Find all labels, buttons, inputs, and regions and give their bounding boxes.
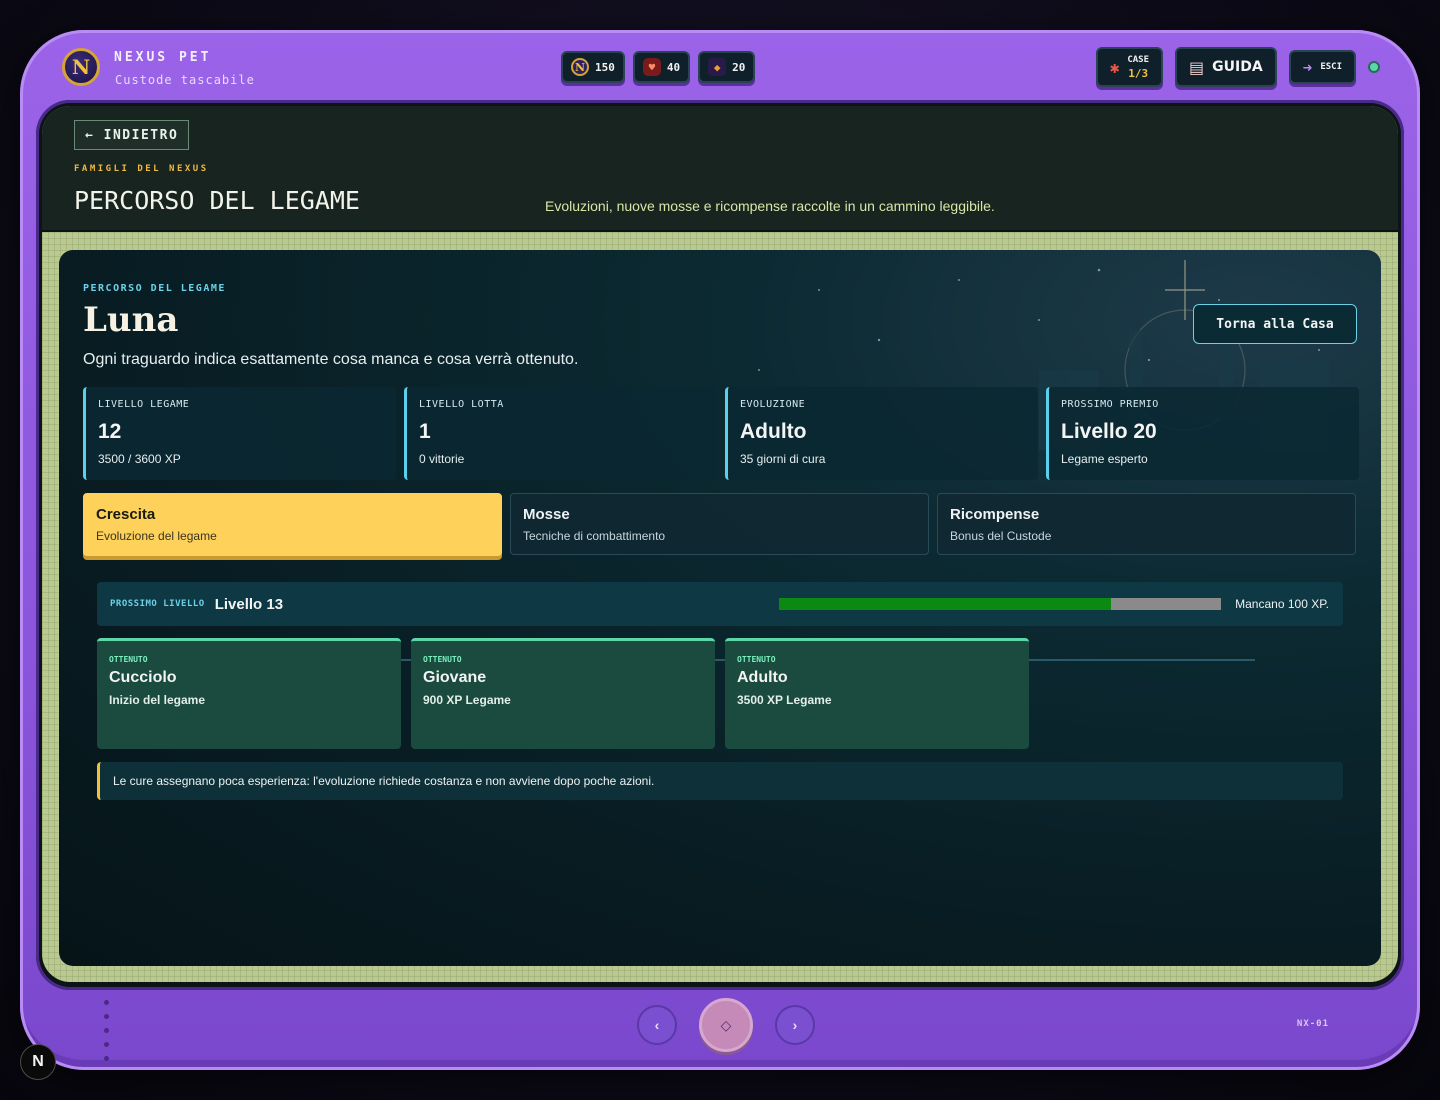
resource-coins-value: 150 [595,60,615,74]
bond-path-panel: PERCORSO DEL LEGAME Luna Ogni traguardo … [59,250,1381,966]
page-eyebrow: FAMIGLI DEL NEXUS [74,164,209,174]
screen-bezel: ← INDIETRO FAMIGLI DEL NEXUS PERCORSO DE… [36,100,1404,990]
resource-bar: N 150 ♥ 40 ◆ 20 [561,51,756,83]
brand-subtitle: Custode tascabile [115,73,255,87]
pet-name: Luna [83,300,179,340]
stat-battle-level: LIVELLO LOTTA 1 0 vittorie [404,387,717,480]
milestone-requirement: 3500 XP Legame [737,693,832,707]
milestone-card: OTTENUTO Cucciolo Inizio del legame [97,638,401,749]
screen: ← INDIETRO FAMIGLI DEL NEXUS PERCORSO DE… [42,106,1398,982]
milestone-state: OTTENUTO [737,655,776,664]
stat-next-reward: PROSSIMO PREMIO Livello 20 Legame espert… [1046,387,1359,480]
exit-icon: ➜ [1302,57,1313,77]
prev-button[interactable]: ‹ [637,1005,677,1045]
page-header: ← INDIETRO FAMIGLI DEL NEXUS PERCORSO DE… [42,106,1398,232]
stat-label: PROSSIMO PREMIO [1061,399,1159,410]
milestone-name: Cucciolo [109,669,177,686]
tab-title: Crescita [96,506,156,523]
tab-subtitle: Evoluzione del legame [96,529,217,543]
home-button[interactable]: Torna alla Casa [1193,304,1357,344]
resource-potions: ♥ 40 [632,51,691,83]
stat-value: Adulto [740,420,807,443]
page-title: PERCORSO DEL LEGAME [74,186,360,215]
stat-label: LIVELLO LEGAME [98,399,190,410]
tab-subtitle: Tecniche di combattimento [523,529,666,543]
stat-label: EVOLUZIONE [740,399,806,410]
stat-label: LIVELLO LOTTA [419,399,504,410]
resource-potions-value: 40 [666,60,681,74]
milestone-card: OTTENUTO Giovane 900 XP Legame [411,638,715,749]
back-button[interactable]: ← INDIETRO [74,120,190,150]
page-description: Evoluzioni, nuove mosse e ricompense rac… [545,198,995,214]
pet-description: Ogni traguardo indica esattamente cosa m… [83,351,579,368]
milestone-state: OTTENUTO [109,655,148,664]
exit-label: ESCI [1320,62,1342,72]
book-icon: ▤ [1189,57,1205,77]
heart-potion-icon: ♥ [642,58,661,76]
tab-title: Ricompense [950,506,1040,523]
stat-sub: 35 giorni di cura [740,452,826,466]
stat-value: 12 [98,420,122,443]
house-icon: ✱ [1109,57,1120,77]
tab-bar: Crescita Evoluzione del legame Mosse Tec… [83,493,1356,556]
tab-crescita[interactable]: Crescita Evoluzione del legame [83,493,502,556]
case-button[interactable]: ✱ CASE 1/3 [1095,47,1164,87]
panel-eyebrow: PERCORSO DEL LEGAME [83,283,226,294]
status-indicator [1368,61,1380,73]
next-button[interactable]: › [775,1005,815,1045]
device-nav: ‹ ◇ › [637,998,815,1052]
crystal-icon: ◆ [708,58,727,76]
tab-ricompense[interactable]: Ricompense Bonus del Custode [937,493,1356,555]
info-note: Le cure assegnano poca esperienza: l'evo… [97,762,1343,800]
stat-evolution: EVOLUZIONE Adulto 35 giorni di cura [725,387,1038,480]
tab-mosse[interactable]: Mosse Tecniche di combattimento [510,493,929,555]
milestone-list: OTTENUTO Cucciolo Inizio del legame OTTE… [97,638,1029,749]
stat-bond-level: LIVELLO LEGAME 12 3500 / 3600 XP [83,387,396,480]
nexus-coin-icon: N [571,58,589,76]
center-button[interactable]: ◇ [699,998,753,1052]
xp-progress-fill [779,598,1111,610]
stat-sub: 0 vittorie [419,452,465,466]
milestone-requirement: 900 XP Legame [423,693,511,707]
milestone-name: Adulto [737,669,788,686]
xp-missing: Mancano 100 XP. [1235,597,1329,611]
device-frame: N NEXUS PET Custode tascabile N 150 ♥ 40… [20,30,1420,1070]
next-level-bar: PROSSIMO LIVELLO Livello 13 Mancano 100 … [97,582,1343,626]
milestone-name: Giovane [423,669,487,686]
guide-button[interactable]: ▤ GUIDA [1175,47,1277,87]
stat-sub: 3500 / 3600 XP [98,452,181,466]
corner-badge[interactable]: N [20,1044,56,1080]
exit-button[interactable]: ➜ ESCI [1288,50,1356,84]
guide-label: GUIDA [1212,59,1263,75]
stat-value: 1 [419,420,431,443]
xp-progress-bar [779,598,1221,610]
model-label: NX-01 [1296,1019,1329,1029]
case-value: 1/3 [1128,67,1149,80]
tab-title: Mosse [523,506,570,523]
stats-row: LIVELLO LEGAME 12 3500 / 3600 XP LIVELLO… [83,387,1359,480]
resource-coins: N 150 [561,51,625,83]
speaker-dots [104,1000,109,1061]
milestone-card: OTTENUTO Adulto 3500 XP Legame [725,638,1029,749]
milestone-state: OTTENUTO [423,655,462,664]
milestone-requirement: Inizio del legame [109,693,206,707]
tab-subtitle: Bonus del Custode [950,529,1052,543]
stat-value: Livello 20 [1061,420,1157,443]
stat-sub: Legame esperto [1061,452,1148,466]
next-level-label: PROSSIMO LIVELLO [110,599,205,609]
top-actions: ✱ CASE 1/3 ▤ GUIDA ➜ ESCI [1095,47,1380,87]
brand-title: NEXUS PET [114,50,212,65]
resource-crystals-value: 20 [732,60,746,74]
resource-crystals: ◆ 20 [698,51,756,83]
nexus-logo: N [62,48,100,86]
case-label: CASE [1127,55,1150,65]
next-level-value: Livello 13 [214,595,284,613]
